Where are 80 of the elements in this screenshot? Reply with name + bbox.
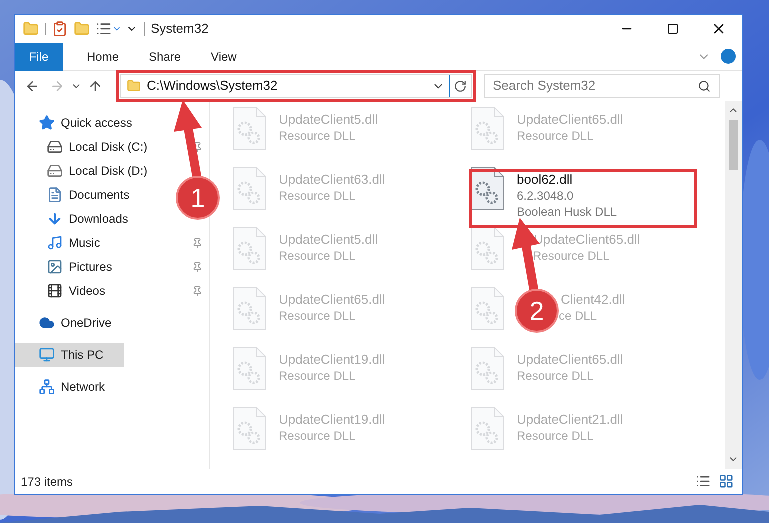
pin-icon[interactable] <box>192 286 203 296</box>
dll-file-icon <box>471 347 505 391</box>
nav-item[interactable]: OneDrive <box>39 311 116 335</box>
nav-item[interactable]: Local Disk (D:) <box>47 159 152 183</box>
scrollbar[interactable] <box>725 101 742 469</box>
file-description: Resource DLL <box>517 428 594 444</box>
file-description: Resource DLL <box>279 428 356 444</box>
file-name: UpdateClient65.dll <box>534 232 640 248</box>
ribbon-tab[interactable]: View <box>211 42 237 70</box>
pin-icon[interactable] <box>192 238 203 248</box>
file-description: Resource DLL <box>279 248 356 264</box>
nav-item[interactable]: Downloads <box>47 207 132 231</box>
file-description: ce DLL <box>559 308 598 324</box>
window-title: System32 <box>151 20 209 38</box>
ribbon-tab[interactable]: Share <box>149 42 182 70</box>
refresh-icon[interactable] <box>454 80 467 92</box>
hard-drive-icon <box>47 163 63 179</box>
nav-item[interactable]: Videos <box>47 279 110 303</box>
item-count: 173 items <box>21 474 74 490</box>
file-name: UpdateClient19.dll <box>279 352 386 368</box>
properties-icon[interactable] <box>52 21 68 37</box>
scrollbar-thumb[interactable] <box>729 120 738 170</box>
search-field[interactable]: Search System32 <box>484 74 720 98</box>
pin-icon[interactable] <box>192 262 203 272</box>
cloud-icon <box>39 315 55 331</box>
nav-item[interactable]: Network <box>39 375 110 399</box>
dll-file-icon <box>471 107 505 151</box>
file-name: Client42.dll <box>561 292 626 308</box>
dll-file-icon <box>471 167 505 211</box>
file-name: UpdateClient65.dll <box>279 292 386 308</box>
file-name: UpdateClient19.dll <box>279 412 386 428</box>
folder-icon <box>127 79 141 93</box>
file-name: UpdateClient21.dll <box>517 412 624 428</box>
monitor-icon <box>39 347 55 363</box>
address-path: C:\Windows\System32 <box>147 77 278 96</box>
nav-item[interactable]: Quick access <box>39 111 136 135</box>
address-field[interactable]: C:\Windows\System32 <box>120 74 472 98</box>
dll-file-icon <box>233 407 267 451</box>
nav-item[interactable]: Local Disk (C:) <box>47 135 152 159</box>
picture-icon <box>47 259 63 275</box>
network-icon <box>39 379 55 395</box>
nav-item[interactable]: This PC <box>15 343 124 367</box>
hard-drive-icon <box>47 139 63 155</box>
file-tab[interactable]: File <box>15 42 63 70</box>
document-icon <box>47 187 63 203</box>
file-version: 6.2.3048.0 <box>517 188 574 204</box>
dll-file-icon <box>471 407 505 451</box>
file-name: UpdateClient65.dll <box>517 352 624 368</box>
file-description: Resource DLL <box>279 188 356 204</box>
file-description: Resource DLL <box>517 368 594 384</box>
dll-file-icon <box>471 227 505 271</box>
maximize-icon <box>667 23 679 35</box>
dll-file-icon <box>233 167 267 211</box>
file-name: UpdateClient65.dll <box>517 112 624 128</box>
dll-file-icon <box>471 287 505 331</box>
nav-item[interactable]: Music <box>47 231 104 255</box>
large-icons-view-icon[interactable] <box>719 474 734 489</box>
star-icon <box>39 115 55 131</box>
file-description: Resource DLL <box>279 308 356 324</box>
file-name: UpdateClient5.dll <box>279 112 378 128</box>
dll-file-icon <box>233 227 267 271</box>
dll-file-icon <box>233 107 267 151</box>
file-description: Resource DLL <box>279 128 356 144</box>
nav-item[interactable]: Documents <box>47 183 134 207</box>
music-note-icon <box>47 235 63 251</box>
view-list-icon[interactable] <box>96 21 112 37</box>
search-icon <box>698 80 711 92</box>
file-description: Boolean Husk DLL <box>517 204 618 220</box>
file-description: Resource DLL <box>517 128 594 144</box>
file-name: bool62.dll <box>517 172 573 188</box>
file-name: UpdateClient5.dll <box>279 232 378 248</box>
file-description: Resource DLL <box>533 248 610 264</box>
dll-file-icon <box>233 287 267 331</box>
file-name: UpdateClient63.dll <box>279 172 386 188</box>
nav-item[interactable]: Pictures <box>47 255 116 279</box>
film-icon <box>47 283 63 299</box>
file-description: Resource DLL <box>279 368 356 384</box>
details-view-icon[interactable] <box>696 474 711 489</box>
ribbon-tab[interactable]: Home <box>87 42 120 70</box>
dll-file-icon <box>233 347 267 391</box>
